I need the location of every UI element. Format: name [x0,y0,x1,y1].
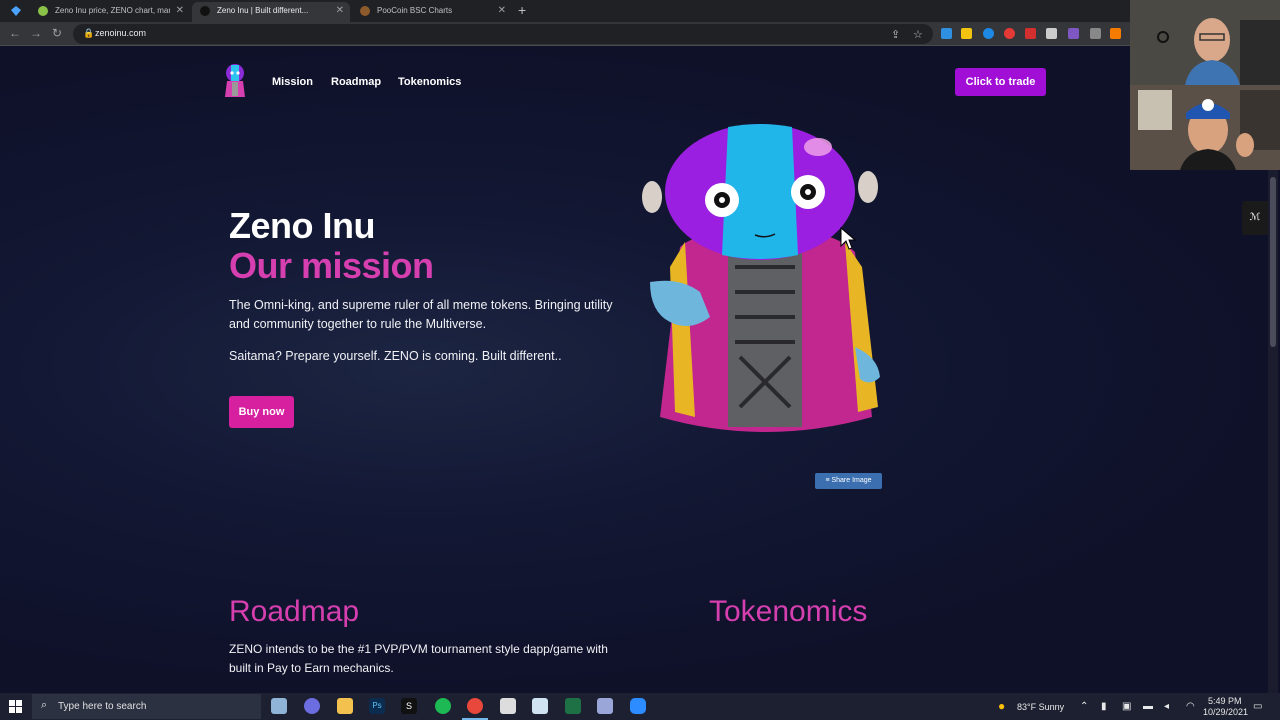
extension-icon[interactable] [941,28,952,39]
photoshop-icon[interactable]: Ps [369,698,385,714]
pinned-tab-icon[interactable] [10,5,22,17]
tab-zeno-inu[interactable]: Zeno Inu | Built different... ✕ [192,2,350,22]
zeno-mascot-image [642,124,880,432]
click-to-trade-button[interactable]: Click to trade [955,68,1046,96]
search-placeholder: Type here to search [58,701,147,712]
reload-icon[interactable]: ↻ [52,26,62,40]
tokenomics-heading: Tokenomics [709,595,868,628]
share-icon[interactable]: ⇪ [891,28,900,41]
mouse-cursor-icon [840,227,856,250]
tab-title: Zeno Inu | Built different... [217,6,309,15]
roadmap-text: ZENO intends to be the #1 PVP/PVM tourna… [229,642,608,675]
nav-mission-link[interactable]: Mission [272,76,313,88]
zeno-logo-icon[interactable] [223,63,247,99]
microphone-icon[interactable]: ▮ [1101,701,1107,712]
zeno-inu-page: Mission Roadmap Tokenomics Click to trad… [0,47,1280,693]
extension-icon[interactable] [1046,28,1057,39]
extension-icon[interactable] [1004,28,1015,39]
address-bar[interactable]: 🔒 zenoinu.com ⇪ ☆ [73,24,933,44]
extension-icon[interactable] [1090,28,1101,39]
volume-icon[interactable]: ◂ [1164,701,1169,712]
windows-start-icon[interactable] [9,700,22,713]
metamask-icon[interactable] [1110,28,1121,39]
scrollbar-thumb[interactable] [1270,177,1276,347]
search-icon: ⌕ [41,699,48,711]
extension-icon[interactable] [961,28,972,39]
webcam-person-image [1130,0,1280,85]
clock-time[interactable]: 5:49 PM [1208,696,1242,706]
wifi-icon[interactable]: ◠ [1186,701,1195,712]
forward-icon[interactable]: → [30,26,42,40]
extension-icon[interactable] [1068,28,1079,39]
side-widget-button[interactable]: ℳ [1242,201,1268,235]
hero-title: Zeno Inu [229,205,375,246]
app-icon[interactable] [271,698,287,714]
excel-icon[interactable] [565,698,581,714]
app-icon[interactable] [532,698,548,714]
file-explorer-icon[interactable] [337,698,353,714]
tab-title: PooCoin BSC Charts [377,6,453,15]
browser-toolbar: ← → ↻ 🔒 zenoinu.com ⇪ ☆ [0,22,1130,46]
buy-now-button[interactable]: Buy now [229,396,294,428]
nav-tokenomics-link[interactable]: Tokenomics [398,76,461,88]
app-icon[interactable] [304,698,320,714]
hero-tagline: Saitama? Prepare yourself. ZENO is comin… [229,349,562,363]
close-tab-icon[interactable]: ✕ [498,2,506,20]
share-image-label: Share Image [831,477,872,484]
roadmap-heading: Roadmap [229,595,360,628]
webcam-feed-2 [1130,85,1280,170]
webcam-feed-1 [1130,0,1280,85]
app-icon[interactable] [597,698,613,714]
network-icon[interactable]: ▬ [1143,701,1153,712]
bookmark-star-icon[interactable]: ☆ [913,28,923,41]
spotify-icon[interactable] [435,698,451,714]
app-icon[interactable]: S [401,698,417,714]
new-tab-icon[interactable]: + [518,2,526,18]
tray-chevron-up-icon[interactable]: ⌃ [1080,701,1088,712]
hero-subtitle: Our mission [229,245,434,286]
zoom-icon[interactable] [630,698,646,714]
chrome-icon[interactable] [467,698,483,714]
page-scrollbar[interactable] [1268,167,1278,693]
poocoin-favicon-icon [360,6,370,16]
lock-icon: 🔒 [83,28,95,38]
extension-icon[interactable] [1025,28,1036,39]
notification-tray-icon[interactable]: ▣ [1122,701,1131,712]
hero-paragraph: The Omni-king, and supreme ruler of all … [229,298,613,331]
weather-sun-icon[interactable]: ● [998,699,1005,713]
share-image-button[interactable]: ≡ Share Image [815,473,882,489]
browser-tab-strip: Zeno Inu price, ZENO chart, mark ✕ Zeno … [0,0,1130,22]
tab-poocoin[interactable]: PooCoin BSC Charts ✕ [352,2,512,22]
coingecko-favicon-icon [38,6,48,16]
app-icon[interactable] [500,698,516,714]
tab-zeno-price[interactable]: Zeno Inu price, ZENO chart, mark ✕ [30,2,190,22]
extension-icon[interactable] [983,28,994,39]
back-icon[interactable]: ← [9,26,21,40]
nav-roadmap-link[interactable]: Roadmap [331,76,381,88]
webcam-person-image [1130,85,1280,170]
taskbar-search-box[interactable]: ⌕ Type here to search [32,694,261,719]
windows-taskbar: ⌕ Type here to search Ps S ● 83°F Sunny … [0,693,1280,720]
close-tab-icon[interactable]: ✕ [336,2,344,20]
action-center-icon[interactable]: ▭ [1253,701,1262,712]
widget-logo-icon: ℳ [1249,212,1261,223]
close-tab-icon[interactable]: ✕ [176,2,184,20]
clock-date[interactable]: 10/29/2021 [1203,707,1248,717]
zeno-favicon-icon [200,6,210,16]
tab-title: Zeno Inu price, ZENO chart, mark [55,6,170,15]
url-text: zenoinu.com [95,28,147,38]
weather-text[interactable]: 83°F Sunny [1017,702,1064,712]
